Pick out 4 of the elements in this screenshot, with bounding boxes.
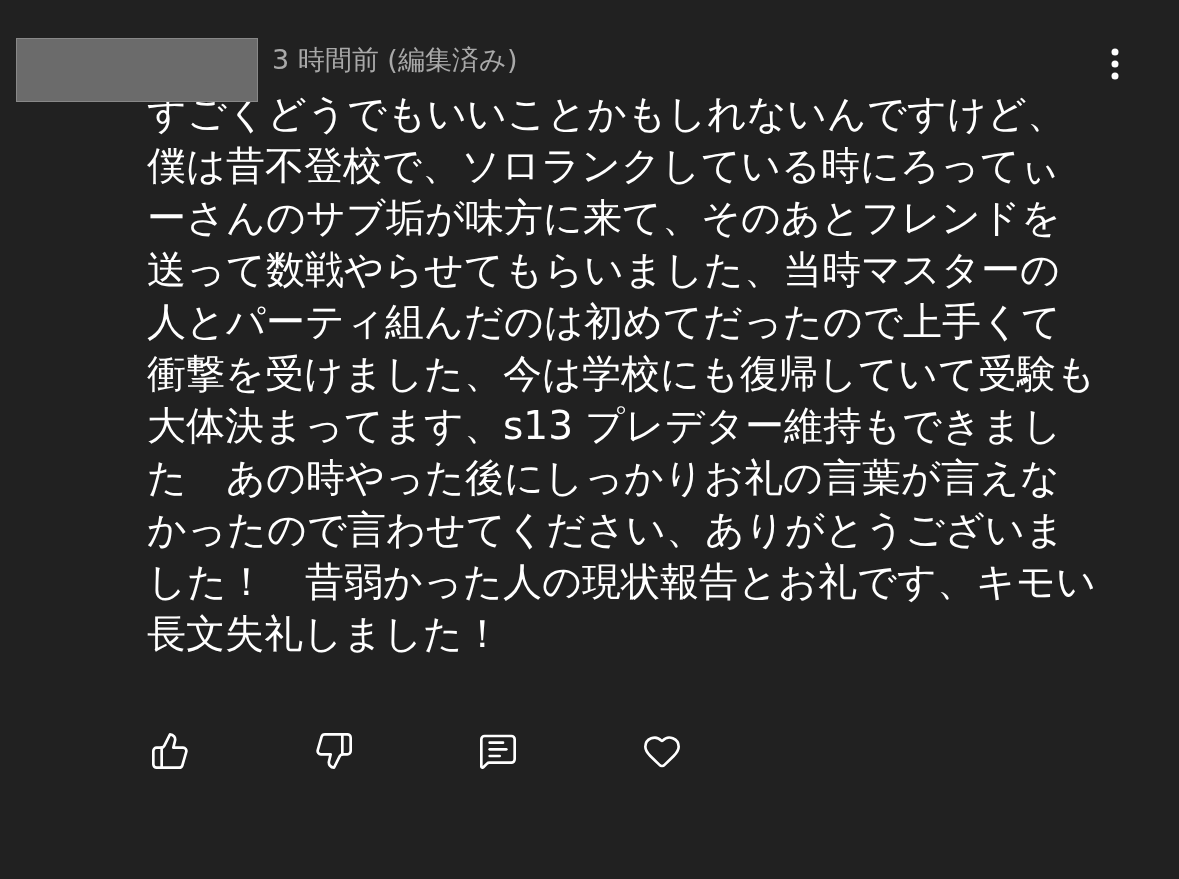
comment-timestamp: 3 時間前 (編集済み) — [272, 42, 518, 77]
thumbs-up-icon — [150, 731, 190, 771]
thumbs-down-icon — [314, 731, 354, 771]
more-icon — [1111, 48, 1119, 80]
